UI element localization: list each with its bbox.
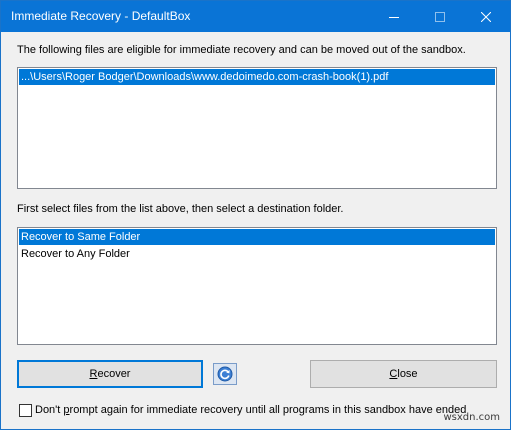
dont-prompt-checkbox[interactable]: [19, 404, 32, 417]
close-icon: [481, 11, 491, 22]
dont-prompt-label-prefix: Don't: [35, 404, 64, 416]
immediate-recovery-window: Immediate Recovery - DefaultBox The foll…: [0, 0, 511, 430]
destination-item-same-folder[interactable]: Recover to Same Folder: [19, 229, 495, 245]
recoverable-files-list[interactable]: ...\Users\Roger Bodger\Downloads\www.ded…: [17, 67, 497, 189]
destination-item-any-folder[interactable]: Recover to Any Folder: [19, 246, 495, 262]
window-title: Immediate Recovery - DefaultBox: [11, 9, 191, 23]
files-section-label: The following files are eligible for imm…: [17, 44, 466, 56]
recover-button-label: ecover: [97, 368, 131, 380]
close-button-label: lose: [397, 368, 418, 380]
minimize-button[interactable]: [371, 1, 417, 32]
title-bar[interactable]: Immediate Recovery - DefaultBox: [1, 1, 510, 32]
maximize-button[interactable]: [417, 1, 463, 32]
destination-list[interactable]: Recover to Same Folder Recover to Any Fo…: [17, 227, 497, 345]
maximize-icon: [435, 11, 445, 22]
dont-prompt-label[interactable]: Don't prompt again for immediate recover…: [35, 404, 466, 417]
recover-button[interactable]: Recover: [17, 360, 203, 388]
destination-section-label: First select files from the list above, …: [17, 203, 344, 215]
refresh-icon: [217, 366, 233, 382]
close-window-button[interactable]: [463, 1, 509, 32]
watermark: wsxdn.com: [443, 412, 500, 423]
dont-prompt-label-rest: rompt again for immediate recovery until…: [69, 404, 467, 416]
file-list-item[interactable]: ...\Users\Roger Bodger\Downloads\www.ded…: [19, 69, 495, 85]
close-button-accel: C: [389, 368, 398, 380]
recover-button-accel: R: [89, 368, 98, 380]
refresh-button[interactable]: [213, 363, 237, 385]
minimize-icon: [389, 16, 399, 18]
close-button[interactable]: Close: [310, 360, 497, 388]
